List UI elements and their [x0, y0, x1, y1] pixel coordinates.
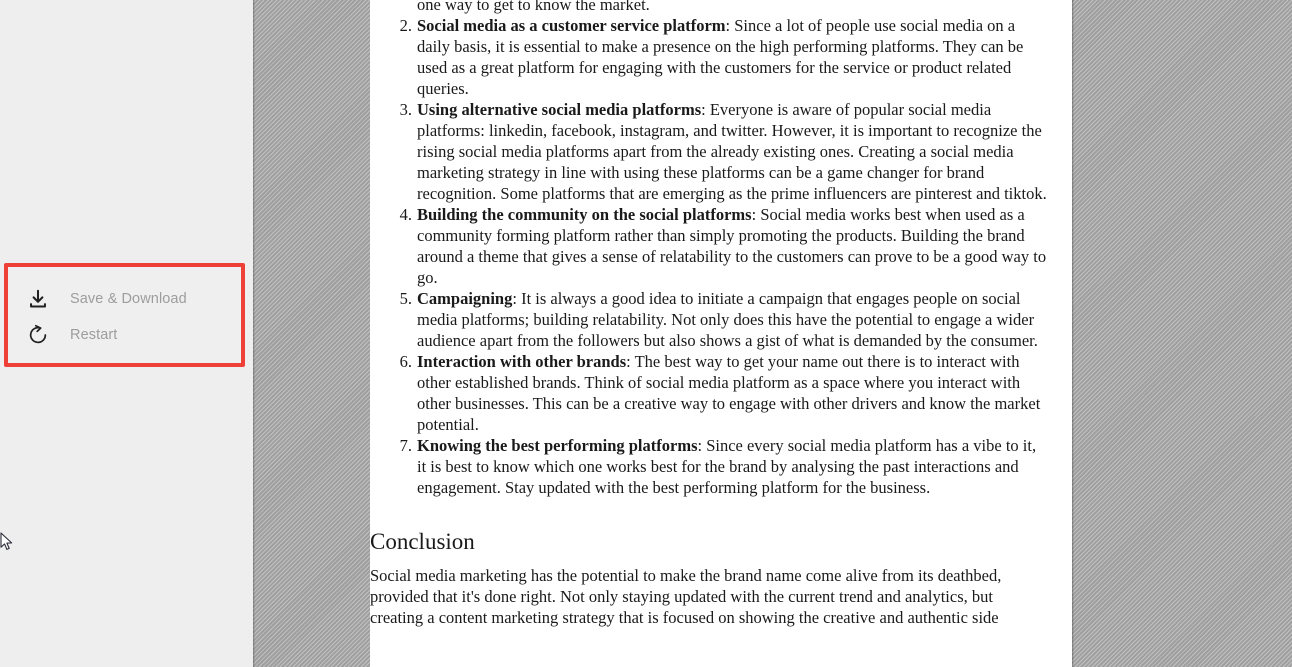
document-page: one way to get to know the market. 2. So… [370, 0, 1072, 667]
list-item: 3. Using alternative social media platfo… [370, 99, 1072, 204]
viewer-backdrop-left [253, 0, 370, 667]
list-item-term: Using alternative social media platforms [417, 100, 702, 119]
list-item-term: Building the community on the social pla… [417, 205, 752, 224]
restart-icon [24, 321, 52, 349]
save-and-download-button[interactable]: Save & Download [8, 281, 241, 317]
list-item-number: 2. [399, 16, 412, 35]
list-item: 4. Building the community on the social … [370, 204, 1072, 288]
list-item-number: 3. [399, 100, 412, 119]
list-item-number: 5. [399, 289, 412, 308]
list-item-number: 6. [399, 352, 412, 371]
document-body: one way to get to know the market. 2. So… [370, 0, 1072, 628]
continuation-line: one way to get to know the market. [417, 0, 650, 14]
list-item: 6. Interaction with other brands: The be… [370, 351, 1072, 435]
list-item: 5. Campaigning: It is always a good idea… [370, 288, 1072, 351]
list-item-number: 7. [399, 436, 412, 455]
save-and-download-label: Save & Download [70, 291, 187, 307]
screen: one way to get to know the market. 2. So… [0, 0, 1292, 667]
restart-button[interactable]: Restart [8, 317, 241, 353]
list-item-term: Interaction with other brands [417, 352, 627, 371]
list-item: 2. Social media as a customer service pl… [370, 15, 1072, 99]
list-item-term: Social media as a customer service platf… [417, 16, 726, 35]
restart-label: Restart [70, 327, 118, 343]
conclusion-heading: Conclusion [370, 529, 475, 554]
list-item-term: Campaigning [417, 289, 513, 308]
list-item-term: Knowing the best performing platforms [417, 436, 698, 455]
action-panel: Save & Download Restart [4, 263, 245, 367]
action-panel-inner: Save & Download Restart [8, 267, 241, 363]
download-icon [24, 285, 52, 313]
numbered-list: 2. Social media as a customer service pl… [370, 15, 1072, 498]
list-item-number: 4. [399, 205, 412, 224]
viewer-backdrop-right [1072, 0, 1292, 667]
list-item: 7. Knowing the best performing platforms… [370, 435, 1072, 498]
conclusion-paragraph: Social media marketing has the potential… [370, 566, 1002, 627]
